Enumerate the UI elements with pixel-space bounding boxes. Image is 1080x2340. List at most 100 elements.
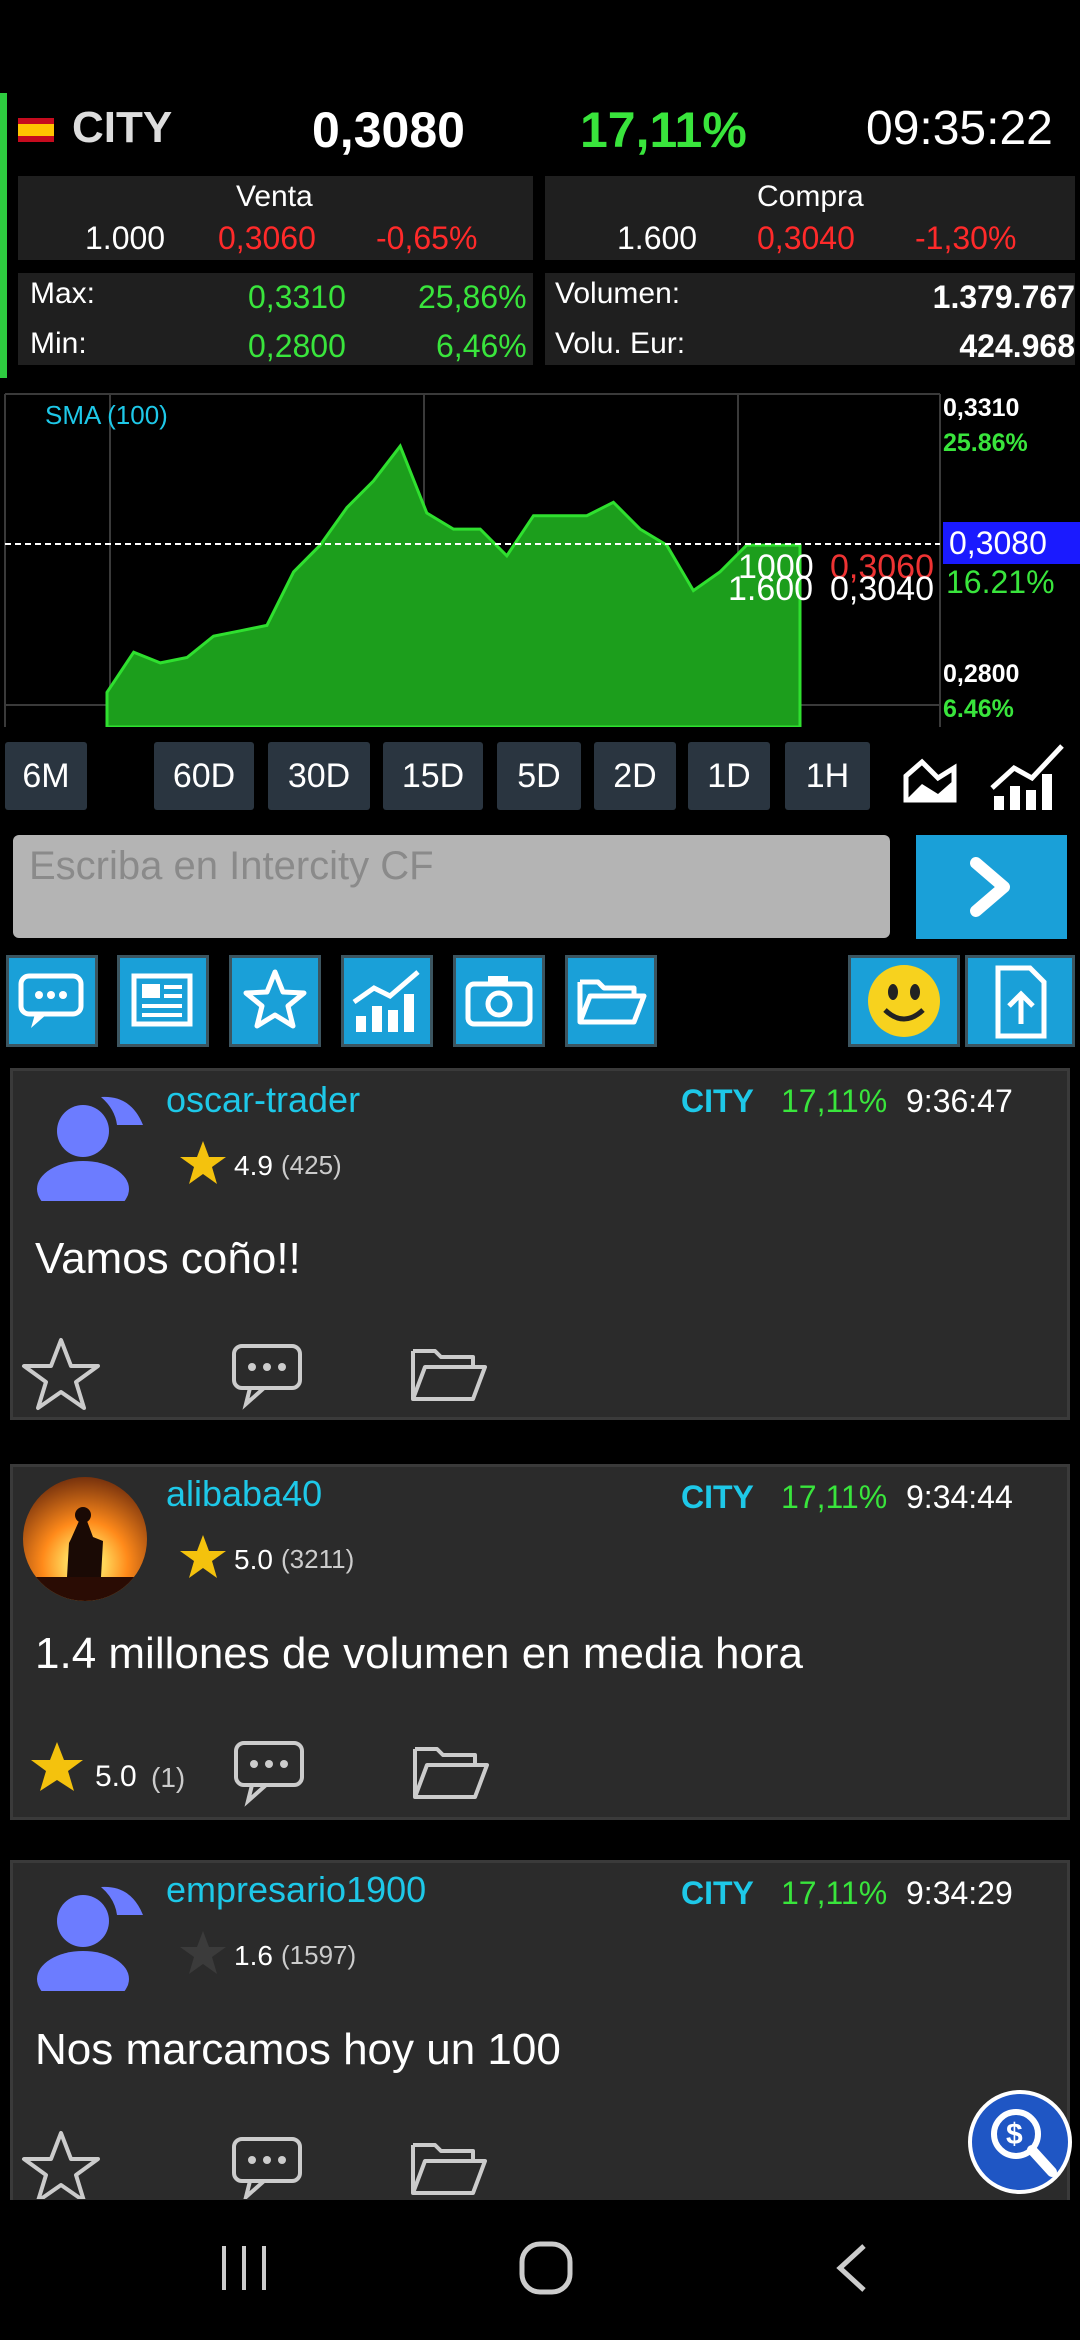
svg-text:$: $ [1006, 2118, 1023, 2151]
rating-star-icon [178, 1533, 228, 1588]
post-rating-count: (1) [151, 1762, 186, 1793]
post-text: Vamos coño!! [35, 1234, 301, 1283]
ticker: CITY [72, 103, 173, 152]
username[interactable]: oscar-trader [166, 1079, 360, 1121]
tick-max-price: 0,3310 [943, 394, 1020, 422]
smiley-icon [868, 965, 940, 1037]
news-button[interactable] [117, 955, 209, 1047]
change-percent: 17,11% [580, 102, 747, 158]
post-pct: 17,11% [781, 1479, 888, 1515]
user-rating-count: (3211) [281, 1544, 355, 1574]
save-folder-icon[interactable] [409, 2133, 489, 2204]
camera-button[interactable] [453, 955, 545, 1047]
user-rating: 5.0 [234, 1544, 273, 1575]
overlay-qty2: 1.600 [728, 570, 814, 608]
star-icon [243, 969, 307, 1029]
post-ticker[interactable]: CITY [681, 1083, 754, 1120]
max-label: Max: [30, 277, 96, 310]
system-nav-bar [0, 2200, 1080, 2340]
sell-price: 0,3060 [218, 220, 316, 256]
tf-60d[interactable]: 60D [154, 742, 254, 810]
charts-button[interactable] [341, 955, 433, 1047]
save-folder-icon[interactable] [411, 1737, 491, 1812]
sell-pct: -0,65% [376, 220, 478, 256]
file-upload-icon [995, 965, 1047, 1039]
header: CITY 0,3080 17,11% 09:35:22 Venta 1.000 … [0, 93, 1080, 378]
post-card[interactable]: empresario1900 CITY 17,11% 9:34:29 1.6 (… [10, 1860, 1070, 2203]
area-chart-icon[interactable] [900, 748, 960, 808]
tick-max-pct: 25.86% [943, 429, 1028, 457]
post-rating-star-icon[interactable] [29, 1740, 85, 1801]
avatar[interactable] [31, 1085, 147, 1217]
price-chart[interactable]: SMA (100) 1000 0,3060 1.600 0,3040 0,331… [0, 392, 1080, 729]
rating-star-icon [178, 1929, 228, 1984]
search-fab[interactable]: $ [968, 2090, 1072, 2194]
messages-button[interactable] [6, 955, 98, 1047]
line-chart-icon[interactable] [988, 740, 1068, 812]
user-rating: 4.9 [234, 1150, 273, 1181]
home-icon[interactable] [518, 2240, 574, 2296]
username[interactable]: empresario1900 [166, 1869, 426, 1911]
like-star-icon[interactable] [21, 1336, 101, 1417]
user-rating-count: (425) [281, 1150, 342, 1180]
tf-5d[interactable]: 5D [497, 742, 581, 810]
bar-chart-icon [352, 970, 420, 1032]
post-card[interactable]: oscar-trader CITY 17,11% 9:36:47 4.9 (42… [10, 1068, 1070, 1420]
favorites-button[interactable] [229, 955, 321, 1047]
user-rating: 1.6 [234, 1940, 273, 1971]
folder-button[interactable] [565, 955, 657, 1047]
camera-icon [465, 976, 533, 1027]
tick-current-pct: 16.21% [946, 564, 1055, 600]
min-pct: 6,46% [436, 328, 527, 364]
voleur-value: 424.968 [959, 328, 1075, 364]
avatar[interactable] [31, 1875, 147, 2007]
tf-30d[interactable]: 30D [268, 742, 370, 810]
emoji-button[interactable] [848, 955, 960, 1047]
reply-chat-icon[interactable] [230, 1733, 310, 1814]
save-folder-icon[interactable] [409, 1339, 489, 1414]
reply-chat-icon[interactable] [228, 2129, 308, 2204]
message-input[interactable]: Escriba en Intercity CF [13, 835, 890, 938]
buy-pct: -1,30% [915, 220, 1017, 256]
overlay-price2: 0,3040 [830, 570, 934, 608]
tick-min-price: 0,2800 [943, 660, 1020, 688]
post-ticker[interactable]: CITY [681, 1479, 754, 1516]
post-time: 9:36:47 [906, 1083, 1013, 1119]
user-rating-count: (1597) [281, 1940, 357, 1970]
tf-1d[interactable]: 1D [688, 742, 770, 810]
sell-title: Venta [236, 180, 313, 213]
volume-label: Volumen: [555, 277, 681, 310]
folder-open-icon [577, 979, 647, 1025]
post-text: Nos marcamos hoy un 100 [35, 2025, 561, 2074]
voleur-label: Volu. Eur: [555, 327, 686, 360]
upload-button[interactable] [965, 955, 1075, 1047]
rating-star-icon [178, 1139, 228, 1194]
buy-price: 0,3040 [757, 220, 855, 256]
post-rating: 5.0 [95, 1760, 137, 1793]
username[interactable]: alibaba40 [166, 1473, 322, 1515]
chat-icon [18, 973, 84, 1028]
tick-min-pct: 6.46% [943, 695, 1014, 723]
reply-chat-icon[interactable] [228, 1336, 308, 1417]
tf-15d[interactable]: 15D [383, 742, 483, 810]
tf-1h[interactable]: 1H [785, 742, 870, 810]
tf-2d[interactable]: 2D [594, 742, 676, 810]
send-button[interactable] [916, 835, 1067, 939]
tf-6m[interactable]: 6M [5, 742, 87, 810]
post-ticker[interactable]: CITY [681, 1875, 754, 1912]
avatar[interactable] [23, 1477, 147, 1601]
like-star-icon[interactable] [21, 2129, 101, 2204]
post-text: 1.4 millones de volumen en media hora [35, 1629, 804, 1678]
spain-flag-icon [18, 118, 54, 142]
post-pct: 17,11% [781, 1083, 888, 1119]
dollar-search-icon: $ [991, 2109, 1057, 2177]
post-time: 9:34:29 [906, 1875, 1013, 1911]
min-price: 0,2800 [248, 328, 346, 364]
back-icon[interactable] [828, 2242, 880, 2294]
post-card[interactable]: alibaba40 CITY 17,11% 9:34:44 5.0 (3211)… [10, 1464, 1070, 1820]
buy-title: Compra [757, 180, 864, 213]
volume-value: 1.379.767 [932, 279, 1075, 315]
recents-icon[interactable] [218, 2242, 270, 2294]
post-time: 9:34:44 [906, 1479, 1013, 1515]
active-indicator [0, 93, 7, 378]
